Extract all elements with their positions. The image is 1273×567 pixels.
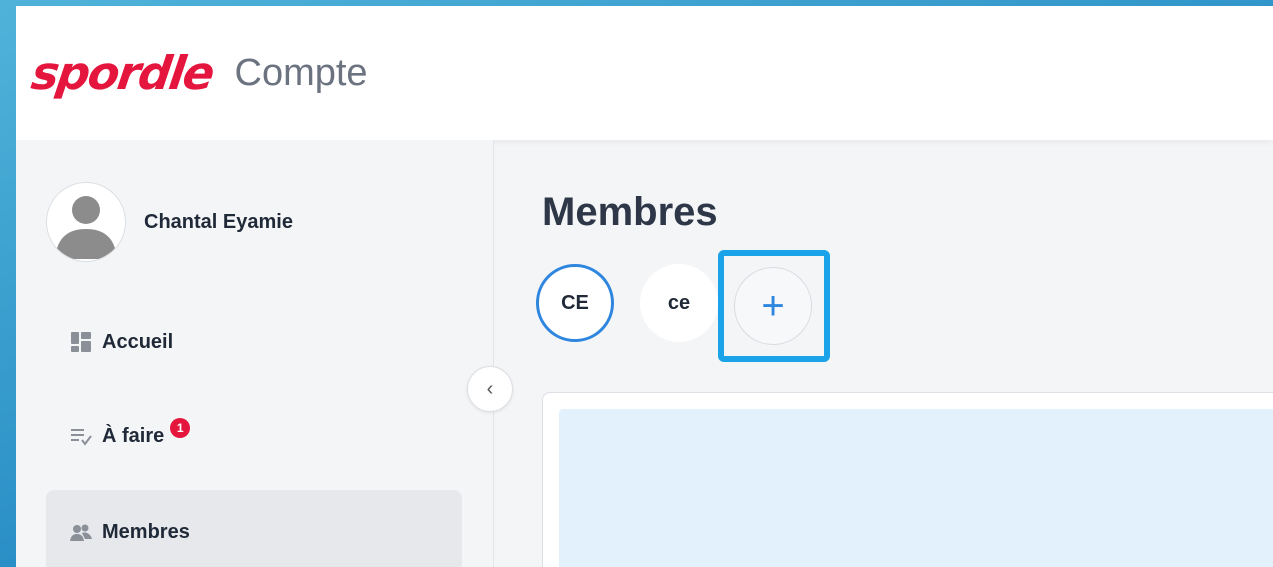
sidebar-item-membres[interactable]: Membres bbox=[46, 490, 462, 567]
top-bar: spordle Compte bbox=[16, 6, 1273, 140]
sidebar-item-accueil[interactable]: Accueil bbox=[46, 300, 462, 384]
member-card bbox=[542, 392, 1273, 567]
user-avatar-icon bbox=[46, 182, 126, 262]
add-member-button[interactable]: + bbox=[734, 267, 812, 345]
app-name: Compte bbox=[234, 52, 368, 94]
page-title: Membres bbox=[542, 190, 718, 234]
sidebar: Chantal Eyamie Accueil À faire 1 Membres bbox=[16, 140, 494, 567]
checklist-icon bbox=[70, 425, 92, 447]
app-window: spordle Compte Chantal Eyamie Accueil À … bbox=[16, 6, 1273, 567]
sidebar-item-a-faire[interactable]: À faire 1 bbox=[46, 394, 462, 478]
user-name: Chantal Eyamie bbox=[144, 210, 293, 233]
sidebar-item-label: Membres bbox=[102, 520, 190, 543]
notification-badge: 1 bbox=[170, 418, 191, 438]
main-content: Membres CE ce + bbox=[494, 140, 1273, 567]
members-icon bbox=[70, 521, 92, 543]
sidebar-item-label: Accueil bbox=[102, 330, 174, 353]
member-initials: ce bbox=[667, 291, 691, 314]
user-profile[interactable]: Chantal Eyamie bbox=[46, 182, 293, 262]
member-chip-selected[interactable]: CE bbox=[536, 264, 614, 342]
plus-icon: + bbox=[761, 284, 785, 328]
member-card-header bbox=[559, 409, 1273, 567]
sidebar-item-label: À faire bbox=[102, 424, 165, 447]
spordle-logo[interactable]: spordle bbox=[28, 46, 216, 100]
chevron-left-icon: ‹ bbox=[486, 377, 494, 400]
dashboard-icon bbox=[70, 331, 92, 353]
member-initials: CE bbox=[561, 291, 589, 314]
member-chip[interactable]: ce bbox=[640, 264, 718, 342]
